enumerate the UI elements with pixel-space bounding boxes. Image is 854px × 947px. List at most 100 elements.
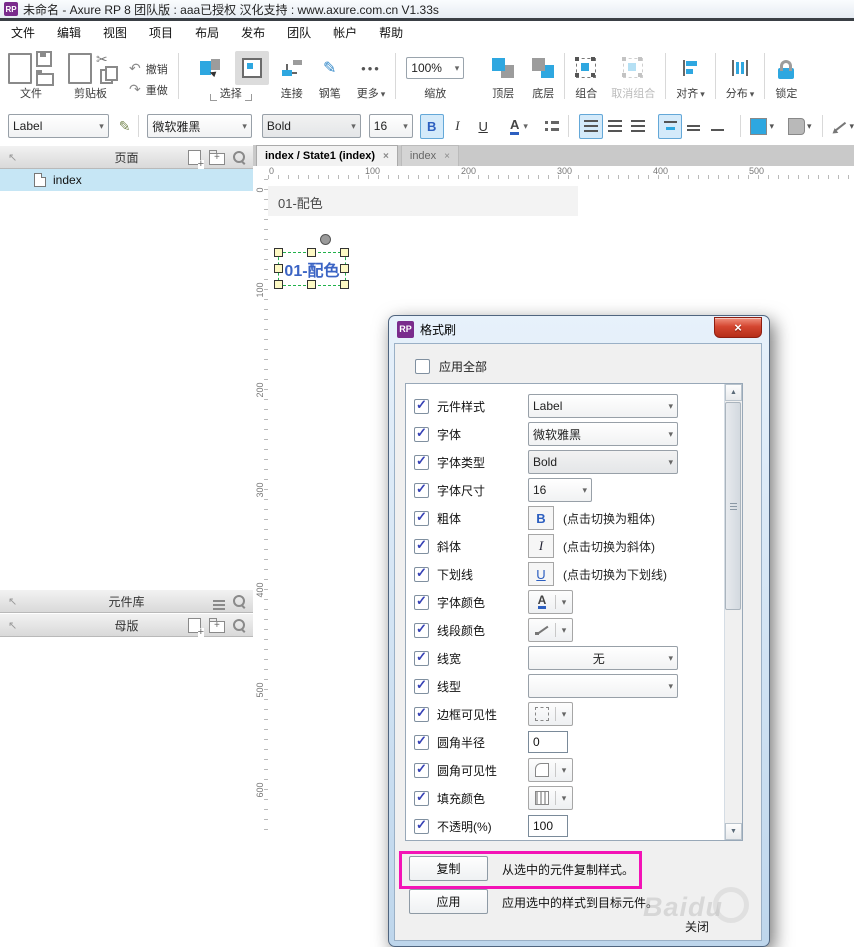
add-folder-icon[interactable]: [209, 149, 225, 165]
shadow-button[interactable]: ▾: [787, 117, 812, 135]
row-checkbox-填充颜色[interactable]: [414, 789, 429, 806]
align-menu[interactable]: 对齐 ▾: [676, 45, 705, 107]
scroll-up-button[interactable]: ▲: [725, 384, 742, 401]
toggle-粗体[interactable]: B: [528, 506, 554, 530]
menu-item-项目[interactable]: 项目: [138, 21, 184, 45]
pen-tool[interactable]: ✎ 钢笔: [319, 45, 341, 107]
row-select-字体[interactable]: 微软雅黑 ▾: [528, 422, 678, 446]
bold-button[interactable]: B: [419, 113, 444, 139]
row-checkbox-粗体[interactable]: [414, 509, 429, 526]
underline-button[interactable]: U: [471, 114, 495, 139]
font-size-select[interactable]: 16 ▾: [368, 114, 413, 138]
rotate-handle[interactable]: [320, 234, 331, 245]
row-checkbox-边框可见性[interactable]: [414, 705, 429, 722]
menu-item-布局[interactable]: 布局: [184, 21, 230, 45]
align-middle-button[interactable]: [682, 114, 706, 139]
fill-color-button[interactable]: ▾: [750, 117, 774, 135]
menu-item-团队[interactable]: 团队: [276, 21, 322, 45]
search-icon[interactable]: [233, 595, 245, 607]
selection-handle[interactable]: [340, 280, 349, 289]
fill-color-picker[interactable]: ▾: [528, 786, 573, 810]
tab-close-icon[interactable]: ×: [383, 151, 389, 162]
row-checkbox-字体类型[interactable]: [414, 453, 429, 470]
row-checkbox-斜体[interactable]: [414, 537, 429, 554]
dialog-close-button[interactable]: ×: [714, 317, 762, 338]
select-contain-button[interactable]: [234, 51, 269, 85]
redo-button[interactable]: ↷ 重做: [129, 81, 168, 98]
row-input-圆角半径[interactable]: 0: [528, 731, 568, 753]
font-family-select[interactable]: 微软雅黑 ▾: [147, 114, 252, 138]
align-top-button[interactable]: [658, 113, 683, 139]
row-input-不透明(%)[interactable]: 100: [528, 815, 568, 837]
selection-handle[interactable]: [307, 248, 316, 257]
save-icon[interactable]: [36, 50, 52, 67]
widget-style-select[interactable]: Label ▾: [8, 114, 109, 138]
selection-handle[interactable]: [340, 248, 349, 257]
align-bottom-button[interactable]: [706, 114, 730, 139]
distribute-menu[interactable]: 分布 ▾: [726, 45, 754, 107]
align-right-button[interactable]: [627, 114, 651, 139]
line-color-button[interactable]: ▾: [832, 119, 854, 134]
apply-all-checkbox[interactable]: [415, 359, 430, 374]
toggle-下划线[interactable]: U: [528, 562, 554, 586]
align-left-button[interactable]: [579, 113, 603, 139]
scroll-down-button[interactable]: ▼: [725, 823, 742, 840]
toggle-斜体[interactable]: I: [528, 534, 554, 558]
add-master-icon[interactable]: [188, 617, 204, 637]
line-color-picker[interactable]: ▾: [528, 618, 573, 642]
select-intersect-button[interactable]: ▲: [193, 51, 227, 85]
send-back-button[interactable]: 底层: [532, 45, 555, 107]
row-checkbox-字体[interactable]: [414, 425, 429, 442]
search-icon[interactable]: [233, 619, 245, 631]
row-select-字体类型[interactable]: Bold ▾: [528, 450, 678, 474]
panel-collapse-icon[interactable]: ↖: [8, 619, 17, 632]
row-select-字体尺寸[interactable]: 16 ▾: [528, 478, 592, 502]
tab-index-State1-index-[interactable]: index / State1 (index) ×: [256, 145, 398, 166]
menu-item-文件[interactable]: 文件: [0, 21, 46, 45]
line-style-select[interactable]: ▾: [528, 674, 678, 698]
file-group[interactable]: 文件: [8, 45, 54, 107]
copy-icon[interactable]: [100, 66, 118, 84]
zoom-select[interactable]: 100% ▾: [406, 57, 465, 79]
menu-item-视图[interactable]: 视图: [92, 21, 138, 45]
undo-button[interactable]: ↶ 撤销: [129, 60, 168, 77]
bullet-list-icon[interactable]: [544, 120, 560, 132]
menu-item-发布[interactable]: 发布: [230, 21, 276, 45]
apply-style-button[interactable]: 应用: [409, 889, 488, 914]
font-color-picker[interactable]: A ▾: [528, 590, 573, 614]
panel-collapse-icon[interactable]: ↖: [8, 595, 17, 608]
group-button[interactable]: 组合: [575, 45, 597, 107]
new-file-icon[interactable]: [8, 52, 32, 84]
search-icon[interactable]: [233, 151, 245, 163]
row-checkbox-不透明(%)[interactable]: [414, 817, 429, 834]
row-checkbox-线段颜色[interactable]: [414, 621, 429, 638]
selection-handle[interactable]: [274, 264, 283, 273]
add-folder-icon[interactable]: [209, 617, 225, 633]
font-weight-select[interactable]: Bold ▾: [261, 114, 361, 138]
lock-button[interactable]: 锁定: [775, 45, 797, 107]
cut-icon[interactable]: ✂: [96, 52, 113, 66]
selection-handle[interactable]: [274, 280, 283, 289]
row-select-线宽[interactable]: 无 ▾: [528, 646, 678, 670]
selection-handle[interactable]: [340, 264, 349, 273]
add-page-icon[interactable]: [188, 149, 204, 169]
dialog-titlebar[interactable]: RP 格式刷: [389, 316, 769, 342]
menu-item-帐户[interactable]: 帐户: [322, 21, 368, 45]
row-checkbox-圆角可见性[interactable]: [414, 761, 429, 778]
corner-visibility-picker[interactable]: ▾: [528, 758, 573, 782]
menu-item-编辑[interactable]: 编辑: [46, 21, 92, 45]
row-checkbox-字体颜色[interactable]: [414, 593, 429, 610]
scrollbar[interactable]: ▲ ▼: [724, 384, 742, 840]
paste-icon[interactable]: [68, 52, 92, 84]
row-checkbox-圆角半径[interactable]: [414, 733, 429, 750]
selection-handle[interactable]: [274, 248, 283, 257]
font-color-button[interactable]: A ▾: [507, 115, 531, 138]
border-visibility-picker[interactable]: ▾: [528, 702, 573, 726]
connect-tool[interactable]: 连接: [281, 45, 303, 107]
row-checkbox-下划线[interactable]: [414, 565, 429, 582]
italic-button[interactable]: I: [446, 114, 470, 139]
row-checkbox-字体尺寸[interactable]: [414, 481, 429, 498]
tab-close-icon[interactable]: ×: [444, 151, 450, 162]
selection-handle[interactable]: [307, 280, 316, 289]
bring-front-button[interactable]: 顶层: [492, 45, 515, 107]
